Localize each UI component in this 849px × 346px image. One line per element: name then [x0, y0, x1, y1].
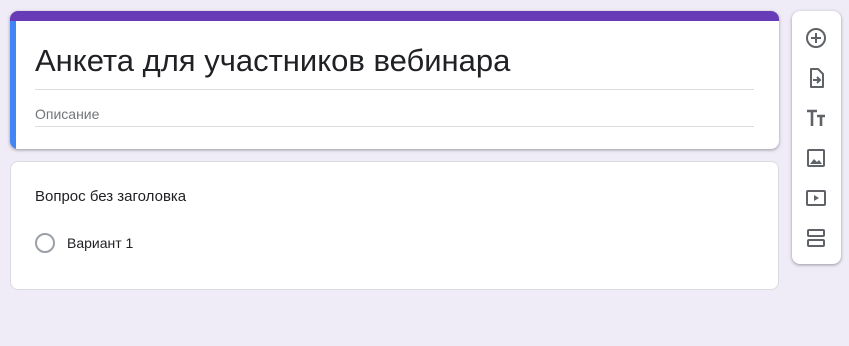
add-video-icon[interactable]	[804, 186, 828, 210]
import-questions-icon[interactable]	[804, 66, 828, 90]
add-title-icon[interactable]	[804, 106, 828, 130]
radio-button[interactable]	[35, 233, 55, 253]
form-header-card[interactable]: Анкета для участников вебинара Описание	[10, 11, 779, 149]
form-description-input[interactable]: Описание	[35, 104, 754, 127]
add-question-icon[interactable]	[804, 26, 828, 50]
question-title[interactable]: Вопрос без заголовка	[35, 188, 186, 205]
option-label: Вариант 1	[67, 235, 134, 251]
theme-accent-bar	[10, 11, 779, 21]
option-row[interactable]: Вариант 1	[35, 233, 133, 253]
add-section-icon[interactable]	[804, 226, 828, 250]
floating-toolbar	[792, 11, 841, 264]
add-image-icon[interactable]	[804, 146, 828, 170]
question-card[interactable]: Вопрос без заголовка Вариант 1	[10, 161, 779, 290]
focus-indicator	[10, 21, 16, 149]
form-title-input[interactable]: Анкета для участников вебинара	[35, 41, 754, 90]
